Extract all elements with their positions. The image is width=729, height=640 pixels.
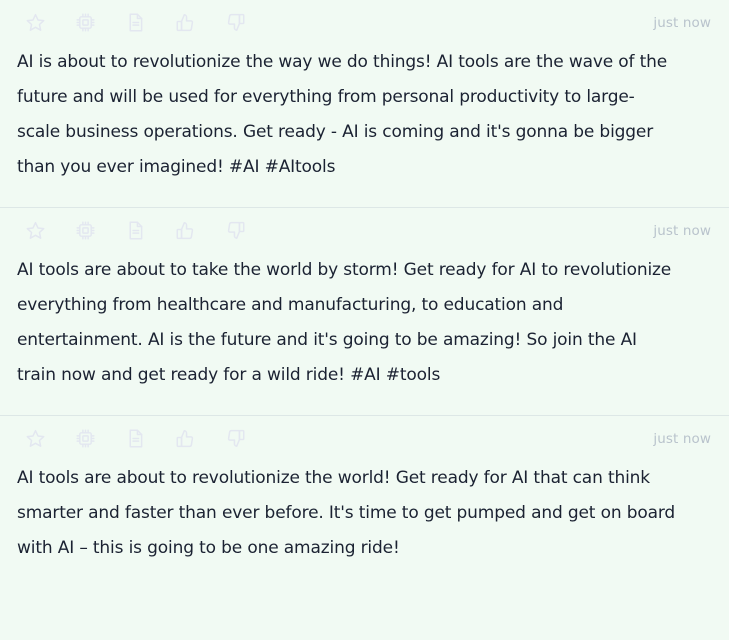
chip-icon-button[interactable] bbox=[72, 10, 98, 36]
document-icon bbox=[129, 221, 142, 240]
message-item: just now AI tools are about to take the … bbox=[0, 207, 729, 415]
thumbs-down-icon bbox=[227, 221, 244, 239]
message-action-bar: just now bbox=[0, 208, 729, 253]
thumbs-up-icon-button[interactable] bbox=[172, 426, 198, 452]
action-icon-group bbox=[22, 218, 248, 244]
message-item: just now AI tools are about to revolutio… bbox=[0, 415, 729, 580]
thumbs-down-icon bbox=[227, 13, 244, 31]
chip-icon-button[interactable] bbox=[72, 426, 98, 452]
chip-icon bbox=[75, 13, 95, 32]
thumbs-up-icon bbox=[176, 222, 193, 240]
chip-icon bbox=[75, 221, 95, 240]
thumbs-down-icon-button[interactable] bbox=[222, 426, 248, 452]
thumbs-down-icon-button[interactable] bbox=[222, 10, 248, 36]
message-text: AI tools are about to take the world by … bbox=[17, 260, 672, 385]
document-icon bbox=[129, 13, 142, 32]
document-icon bbox=[129, 429, 142, 448]
thumbs-up-icon-button[interactable] bbox=[172, 10, 198, 36]
star-icon-button[interactable] bbox=[22, 10, 48, 36]
message-timestamp: just now bbox=[653, 430, 711, 447]
message-feed: just now AI is about to revolutionize th… bbox=[0, 0, 729, 640]
action-icon-group bbox=[22, 10, 248, 36]
message-action-bar: just now bbox=[0, 416, 729, 461]
thumbs-up-icon-button[interactable] bbox=[172, 218, 198, 244]
document-icon-button[interactable] bbox=[122, 10, 148, 36]
chip-icon bbox=[75, 429, 95, 448]
thumbs-down-icon bbox=[227, 429, 244, 447]
thumbs-up-icon bbox=[176, 430, 193, 448]
star-icon bbox=[26, 221, 44, 239]
chip-icon-button[interactable] bbox=[72, 218, 98, 244]
star-icon bbox=[26, 13, 44, 31]
action-icon-group bbox=[22, 426, 248, 452]
message-action-bar: just now bbox=[0, 0, 729, 45]
thumbs-up-icon bbox=[176, 14, 193, 32]
message-item: just now AI is about to revolutionize th… bbox=[0, 0, 729, 207]
document-icon-button[interactable] bbox=[122, 218, 148, 244]
thumbs-down-icon-button[interactable] bbox=[222, 218, 248, 244]
message-text: AI tools are about to revolutionize the … bbox=[17, 468, 676, 558]
star-icon bbox=[26, 429, 44, 447]
message-timestamp: just now bbox=[653, 222, 711, 239]
star-icon-button[interactable] bbox=[22, 218, 48, 244]
star-icon-button[interactable] bbox=[22, 426, 48, 452]
document-icon-button[interactable] bbox=[122, 426, 148, 452]
message-timestamp: just now bbox=[653, 14, 711, 31]
message-text: AI is about to revolutionize the way we … bbox=[17, 52, 668, 177]
